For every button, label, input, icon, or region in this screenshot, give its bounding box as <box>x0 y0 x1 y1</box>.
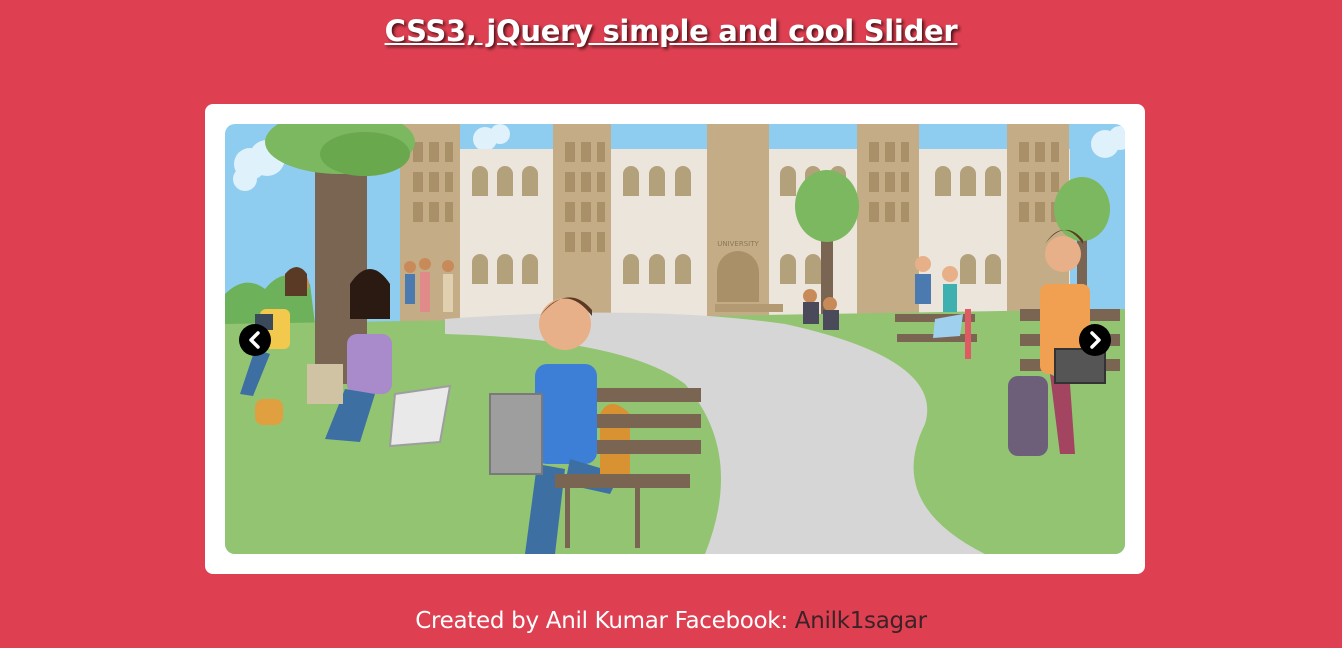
slider-container: UNIVERSITY <box>205 104 1145 574</box>
chevron-right-icon <box>1090 331 1101 349</box>
page: CSS3, jQuery simple and cool Slider UNIV… <box>0 0 1342 648</box>
footer-credit-text: Created by Anil Kumar Facebook: <box>415 608 788 634</box>
facebook-link[interactable]: Anilk1sagar <box>795 608 927 634</box>
page-title: CSS3, jQuery simple and cool Slider <box>384 14 958 48</box>
campus-illustration: UNIVERSITY <box>225 124 1125 554</box>
chevron-left-icon <box>249 331 260 349</box>
slide-image: UNIVERSITY <box>225 124 1125 554</box>
svg-text:UNIVERSITY: UNIVERSITY <box>717 240 759 248</box>
next-slide-button[interactable] <box>1079 324 1111 356</box>
footer-credit: Created by Anil Kumar Facebook: Anilk1sa… <box>0 608 1342 634</box>
prev-slide-button[interactable] <box>239 324 271 356</box>
